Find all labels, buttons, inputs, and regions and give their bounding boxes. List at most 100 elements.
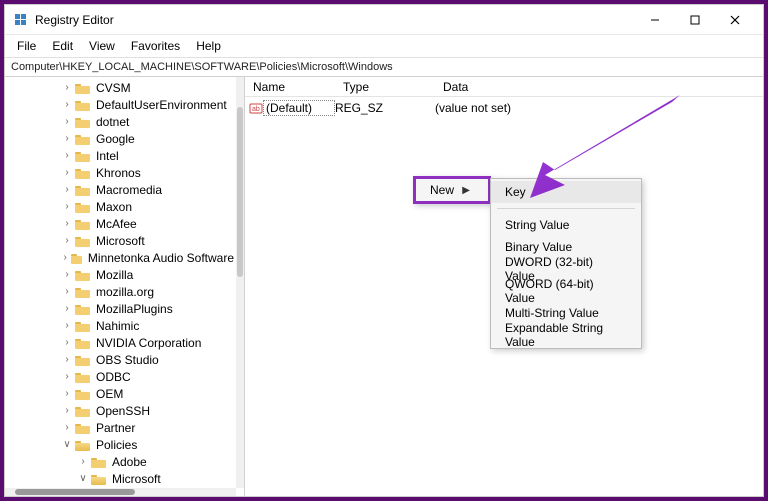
- string-value-icon: ab: [245, 102, 263, 114]
- context-menu-new[interactable]: New ▶: [413, 176, 491, 204]
- chevron-right-icon[interactable]: ›: [61, 371, 73, 382]
- submenu-label: Expandable String Value: [505, 321, 623, 349]
- submenu-label: Binary Value: [505, 240, 572, 254]
- tree-item-label: ODBC: [94, 370, 133, 384]
- tree-item[interactable]: ∨ Microsoft: [5, 470, 236, 487]
- value-row[interactable]: ab (Default) REG_SZ (value not set): [245, 99, 763, 117]
- folder-icon: [71, 252, 82, 264]
- tree-item[interactable]: ›dotnet: [5, 113, 236, 130]
- window-title: Registry Editor: [35, 13, 114, 27]
- folder-icon: [75, 150, 90, 162]
- tree-vertical-scrollbar[interactable]: [236, 77, 244, 488]
- tree-item[interactable]: ›Adobe: [5, 453, 236, 470]
- values-header[interactable]: Name Type Data: [245, 77, 763, 97]
- chevron-right-icon[interactable]: ›: [61, 235, 73, 246]
- chevron-right-icon[interactable]: ›: [61, 303, 73, 314]
- menubar: File Edit View Favorites Help: [5, 35, 763, 57]
- chevron-right-icon[interactable]: ›: [61, 405, 73, 416]
- addressbar[interactable]: Computer\HKEY_LOCAL_MACHINE\SOFTWARE\Pol…: [5, 57, 763, 77]
- folder-icon: [75, 303, 90, 315]
- minimize-button[interactable]: [635, 6, 675, 34]
- context-item-new[interactable]: New ▶: [416, 179, 488, 201]
- column-data[interactable]: Data: [435, 80, 763, 94]
- chevron-right-icon[interactable]: ›: [61, 354, 73, 365]
- chevron-right-icon[interactable]: ›: [61, 99, 73, 110]
- chevron-right-icon[interactable]: ›: [61, 337, 73, 348]
- menu-view[interactable]: View: [83, 37, 121, 55]
- tree-item[interactable]: ›Khronos: [5, 164, 236, 181]
- chevron-down-icon[interactable]: ∨: [77, 473, 89, 484]
- menu-edit[interactable]: Edit: [46, 37, 79, 55]
- folder-icon: [75, 184, 90, 196]
- column-name[interactable]: Name: [245, 80, 335, 94]
- submenu-label: QWORD (64-bit) Value: [505, 277, 623, 305]
- folder-icon: [75, 422, 90, 434]
- tree-item[interactable]: ›MozillaPlugins: [5, 300, 236, 317]
- chevron-right-icon[interactable]: ›: [61, 286, 73, 297]
- chevron-right-icon[interactable]: ›: [61, 218, 73, 229]
- tree-item[interactable]: ›Intel: [5, 147, 236, 164]
- chevron-right-icon[interactable]: ›: [77, 456, 89, 467]
- chevron-right-icon[interactable]: ›: [61, 116, 73, 127]
- maximize-button[interactable]: [675, 6, 715, 34]
- tree-item[interactable]: › Google: [5, 130, 236, 147]
- tree-item[interactable]: ›Macromedia: [5, 181, 236, 198]
- tree-item-label: OEM: [94, 387, 125, 401]
- tree-item-label: mozilla.org: [94, 285, 156, 299]
- tree-item[interactable]: ›DefaultUserEnvironment: [5, 96, 236, 113]
- value-type: REG_SZ: [335, 101, 435, 115]
- folder-icon: [75, 269, 90, 281]
- chevron-right-icon[interactable]: ›: [61, 252, 69, 263]
- values-list[interactable]: ab (Default) REG_SZ (value not set): [245, 97, 763, 119]
- close-button[interactable]: [715, 6, 755, 34]
- tree-item[interactable]: › Microsoft: [5, 232, 236, 249]
- titlebar: Registry Editor: [5, 5, 763, 35]
- chevron-right-icon[interactable]: ›: [61, 82, 73, 93]
- registry-editor-window: Registry Editor File Edit View Favorites…: [4, 4, 764, 497]
- submenu-item-qword[interactable]: QWORD (64-bit) Value: [491, 280, 641, 302]
- tree-item[interactable]: ›Partner: [5, 419, 236, 436]
- context-submenu-new[interactable]: Key String Value Binary Value DWORD (32-…: [490, 178, 642, 349]
- tree-item[interactable]: ›Maxon: [5, 198, 236, 215]
- chevron-right-icon[interactable]: ›: [61, 201, 73, 212]
- menu-help[interactable]: Help: [190, 37, 227, 55]
- chevron-right-icon[interactable]: ›: [61, 167, 73, 178]
- chevron-right-icon: ▶: [462, 185, 470, 196]
- submenu-item-string[interactable]: String Value: [491, 214, 641, 236]
- chevron-right-icon[interactable]: ›: [61, 184, 73, 195]
- folder-icon: [75, 439, 90, 451]
- tree-item-label: Google: [94, 132, 137, 146]
- tree-horizontal-scrollbar[interactable]: [5, 488, 236, 496]
- tree-item[interactable]: ›OBS Studio: [5, 351, 236, 368]
- registry-tree[interactable]: ›CVSM›DefaultUserEnvironment›dotnet›Goog…: [5, 77, 236, 488]
- tree-item[interactable]: › ODBC: [5, 368, 236, 385]
- submenu-label: String Value: [505, 218, 569, 232]
- chevron-right-icon[interactable]: ›: [61, 269, 73, 280]
- chevron-right-icon[interactable]: ›: [61, 422, 73, 433]
- menu-favorites[interactable]: Favorites: [125, 37, 186, 55]
- value-name: (Default): [263, 100, 335, 116]
- tree-item[interactable]: › OEM: [5, 385, 236, 402]
- tree-item[interactable]: ∨Policies: [5, 436, 236, 453]
- tree-item[interactable]: › mozilla.org: [5, 283, 236, 300]
- chevron-right-icon[interactable]: ›: [61, 150, 73, 161]
- chevron-right-icon[interactable]: ›: [61, 133, 73, 144]
- tree-item-label: Microsoft: [110, 472, 163, 486]
- value-data: (value not set): [435, 101, 763, 115]
- tree-item[interactable]: ›NVIDIA Corporation: [5, 334, 236, 351]
- chevron-right-icon[interactable]: ›: [61, 320, 73, 331]
- chevron-right-icon[interactable]: ›: [61, 388, 73, 399]
- menu-file[interactable]: File: [11, 37, 42, 55]
- tree-item[interactable]: ›Nahimic: [5, 317, 236, 334]
- tree-item[interactable]: ›CVSM: [5, 79, 236, 96]
- column-type[interactable]: Type: [335, 80, 435, 94]
- folder-icon: [75, 116, 90, 128]
- submenu-item-expandable[interactable]: Expandable String Value: [491, 324, 641, 346]
- tree-item[interactable]: ›OpenSSH: [5, 402, 236, 419]
- tree-item[interactable]: ›McAfee: [5, 215, 236, 232]
- tree-item[interactable]: ›Mozilla: [5, 266, 236, 283]
- tree-item[interactable]: ›Minnetonka Audio Software: [5, 249, 236, 266]
- chevron-down-icon[interactable]: ∨: [61, 439, 73, 450]
- submenu-item-key[interactable]: Key: [491, 181, 641, 203]
- tree-item-label: Microsoft: [94, 234, 147, 248]
